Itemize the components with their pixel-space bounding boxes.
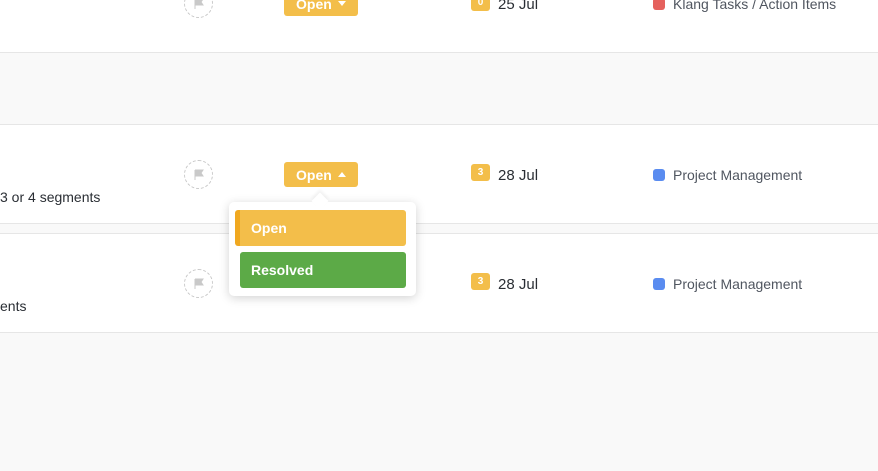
status-dropdown-menu: Open Resolved: [229, 202, 416, 296]
task-row: 3 or 4 segments Open 3 28 Jul Project Ma…: [0, 124, 878, 224]
list-color-dot: [653, 169, 665, 181]
list-label: Klang Tasks / Action Items: [673, 0, 837, 12]
priority-flag-button[interactable]: [184, 160, 213, 189]
caret-down-icon: [337, 1, 346, 6]
priority-flag-button[interactable]: [184, 269, 213, 298]
status-dropdown-button[interactable]: Open: [284, 162, 358, 187]
list-color-dot: [653, 0, 665, 10]
due-date[interactable]: 28 Jul: [498, 167, 538, 184]
flag-icon: [194, 169, 204, 180]
task-row: ents 3 28 Jul Project Management: [0, 233, 878, 333]
status-label: Open: [296, 0, 332, 12]
task-name[interactable]: ents: [0, 298, 26, 314]
due-date[interactable]: 25 Jul: [498, 0, 538, 13]
list-location[interactable]: Klang Tasks / Action Items: [653, 0, 836, 12]
task-row: Open 0 25 Jul Klang Tasks / Action Items: [0, 0, 878, 53]
status-option-open[interactable]: Open: [235, 210, 406, 246]
list-location[interactable]: Project Management: [653, 276, 802, 292]
list-color-dot: [653, 278, 665, 290]
list-label: Project Management: [673, 276, 803, 292]
priority-badge: 3: [471, 164, 490, 181]
caret-up-icon: [337, 172, 346, 177]
task-name[interactable]: 3 or 4 segments: [0, 189, 100, 205]
priority-flag-button[interactable]: [184, 0, 213, 18]
priority-badge: 0: [471, 0, 490, 11]
status-label: Open: [296, 166, 332, 183]
flag-icon: [194, 278, 204, 289]
status-option-resolved[interactable]: Resolved: [240, 252, 406, 288]
list-location[interactable]: Project Management: [653, 167, 802, 183]
due-date[interactable]: 28 Jul: [498, 276, 538, 293]
flag-icon: [194, 0, 204, 9]
list-label: Project Management: [673, 167, 803, 183]
priority-badge: 3: [471, 273, 490, 290]
status-dropdown-button[interactable]: Open: [284, 0, 358, 16]
